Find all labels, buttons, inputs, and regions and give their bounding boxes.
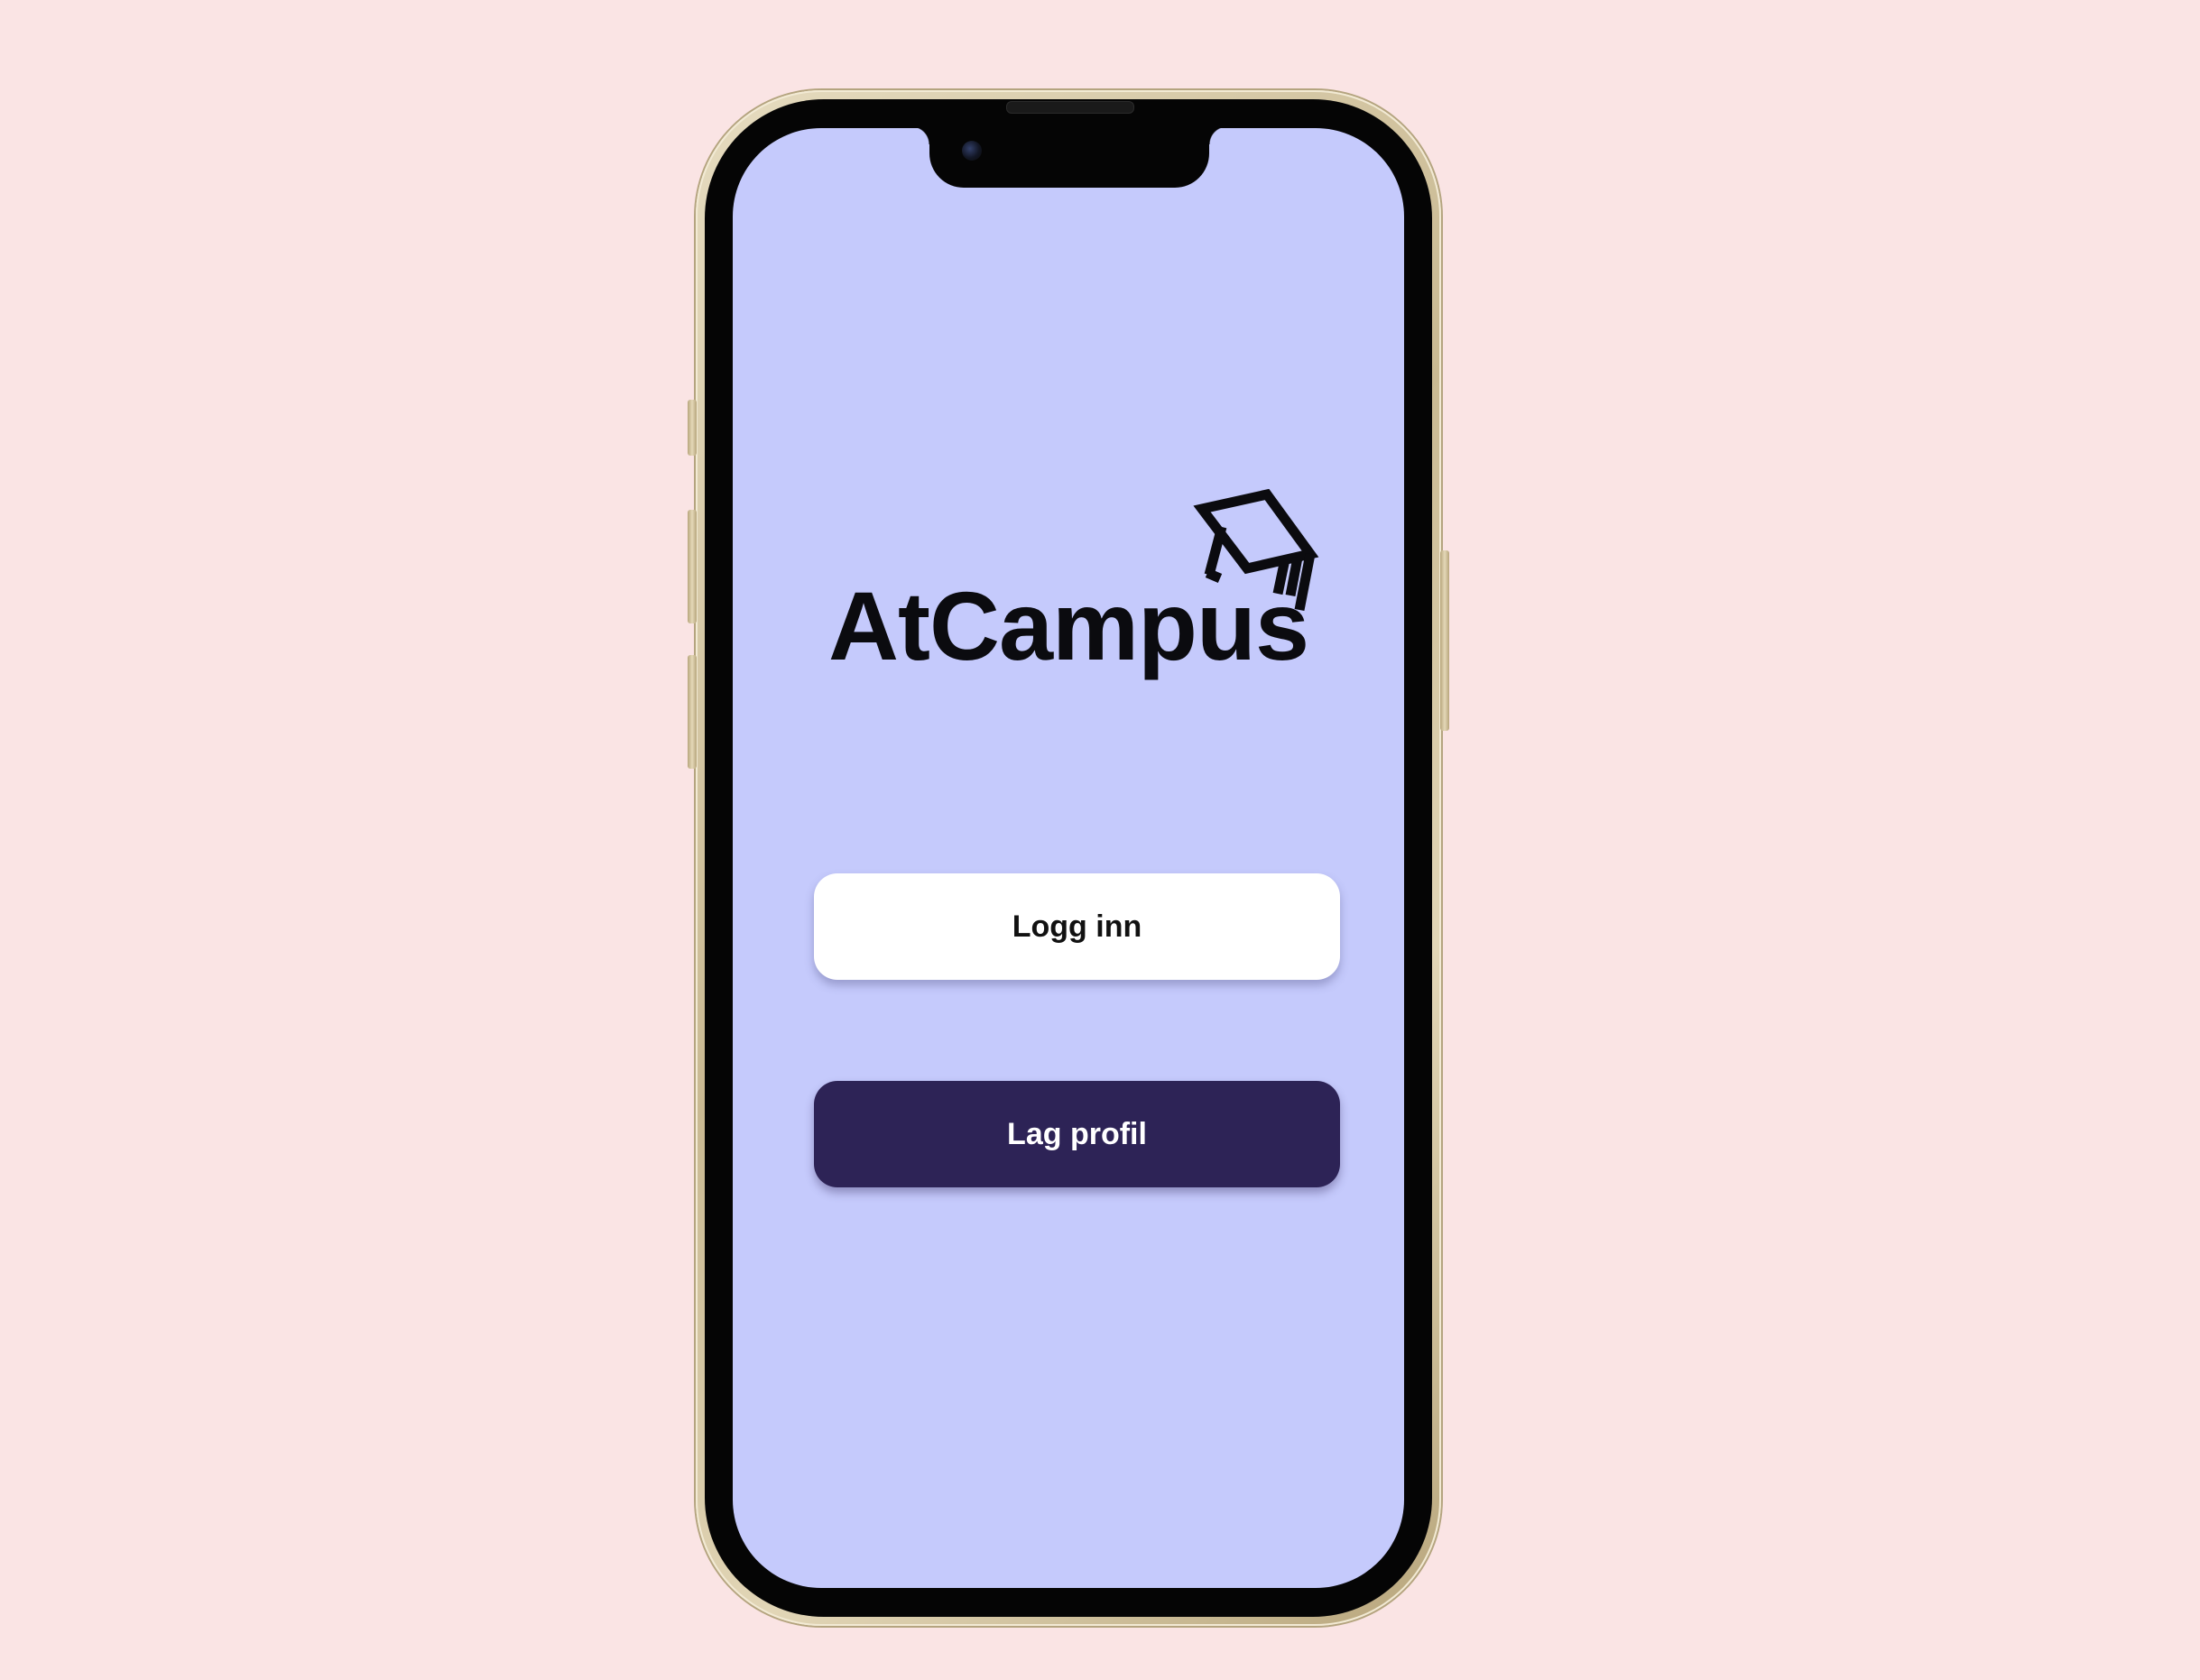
volume-up-button	[688, 510, 697, 623]
volume-down-button	[688, 655, 697, 769]
login-button[interactable]: Logg inn	[814, 873, 1340, 980]
front-camera-icon	[962, 141, 982, 161]
notch	[911, 128, 1227, 188]
power-button	[1440, 550, 1449, 731]
app-logo: AtCampus	[828, 489, 1334, 675]
create-profile-button[interactable]: Lag profil	[814, 1081, 1340, 1187]
silent-switch	[688, 400, 697, 456]
app-screen: AtCampus Logg inn Lag profil	[733, 128, 1404, 1588]
earpiece-speaker	[1006, 101, 1134, 114]
graduation-cap-icon	[1193, 489, 1319, 612]
